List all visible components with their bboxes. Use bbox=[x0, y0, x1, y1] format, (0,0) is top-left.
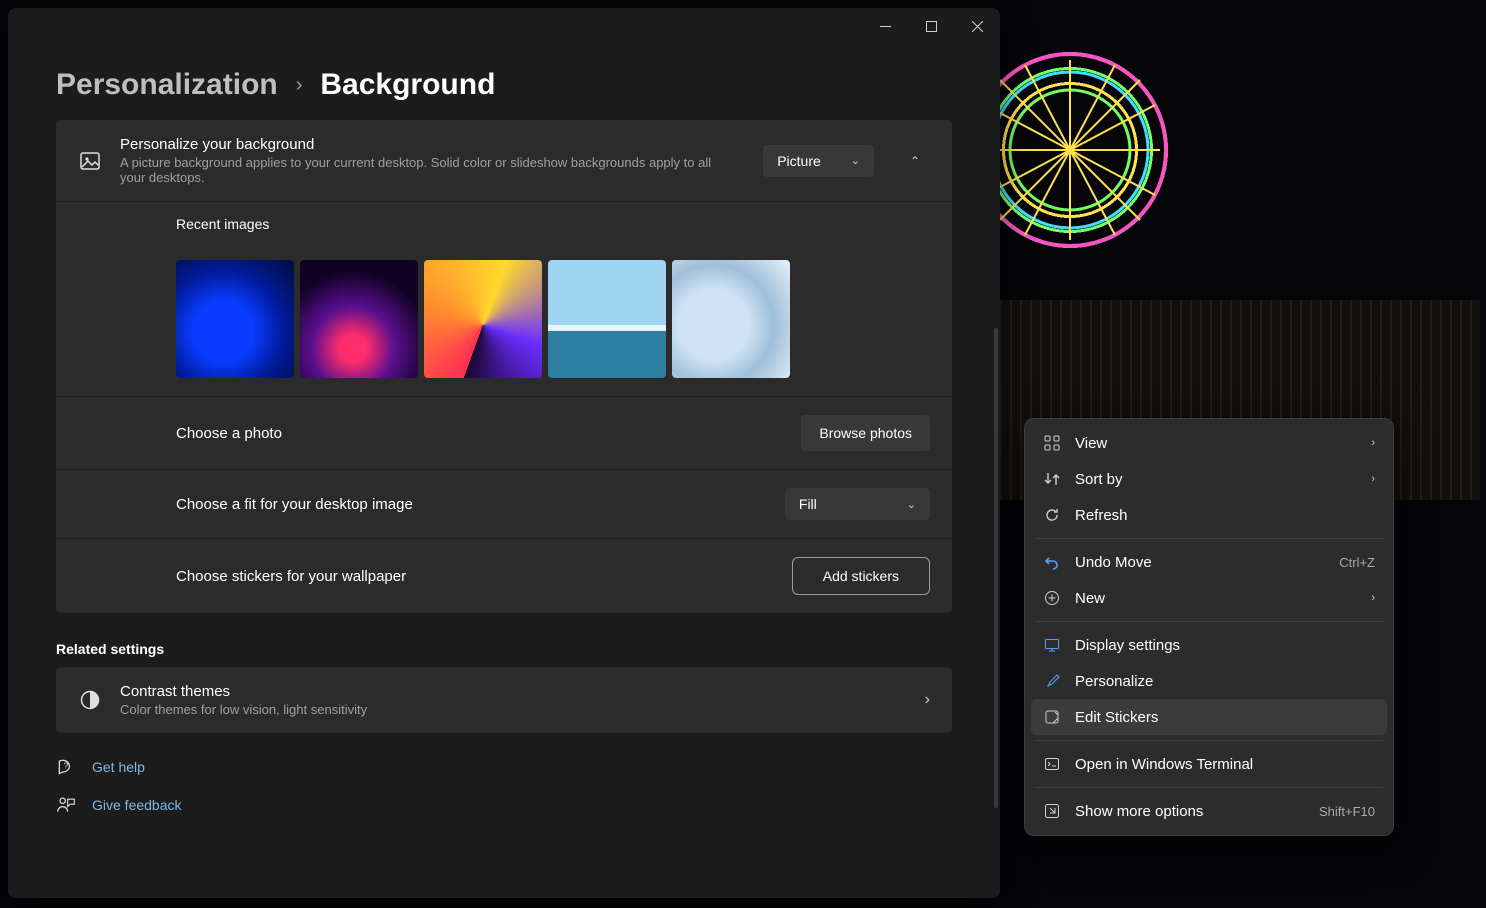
recent-images-row: Recent images bbox=[56, 201, 952, 396]
chevron-right-icon: › bbox=[296, 74, 303, 97]
image-icon bbox=[78, 149, 102, 173]
cm-undo-move[interactable]: Undo Move Ctrl+Z bbox=[1031, 544, 1387, 580]
scrollbar[interactable] bbox=[994, 328, 998, 808]
choose-photo-row: Choose a photo Browse photos bbox=[56, 396, 952, 469]
choose-stickers-row: Choose stickers for your wallpaper Add s… bbox=[56, 538, 952, 613]
chevron-up-icon: ⌃ bbox=[910, 154, 920, 168]
separator bbox=[1035, 538, 1383, 539]
get-help-link[interactable]: ? Get help bbox=[56, 753, 952, 781]
cm-open-terminal[interactable]: Open in Windows Terminal bbox=[1031, 746, 1387, 782]
background-type-dropdown[interactable]: Picture ⌄ bbox=[763, 145, 874, 177]
chevron-right-icon: › bbox=[1371, 473, 1375, 485]
cm-more-accel: Shift+F10 bbox=[1319, 804, 1375, 819]
choose-stickers-label: Choose stickers for your wallpaper bbox=[176, 568, 774, 585]
brush-icon bbox=[1043, 672, 1061, 690]
content-area: Personalize your background A picture ba… bbox=[8, 120, 1000, 898]
give-feedback-link[interactable]: Give feedback bbox=[56, 791, 952, 819]
recent-image-4[interactable] bbox=[548, 260, 666, 378]
desktop-context-menu: View › Sort by › Refresh Undo Move Ctrl+… bbox=[1024, 418, 1394, 836]
recent-image-2[interactable] bbox=[300, 260, 418, 378]
separator bbox=[1035, 621, 1383, 622]
cm-view-label: View bbox=[1075, 435, 1357, 452]
collapse-toggle[interactable]: ⌃ bbox=[900, 146, 930, 176]
cm-display-label: Display settings bbox=[1075, 637, 1375, 654]
display-icon bbox=[1043, 636, 1061, 654]
chevron-down-icon: ⌄ bbox=[907, 498, 916, 511]
recent-image-5[interactable] bbox=[672, 260, 790, 378]
add-stickers-button[interactable]: Add stickers bbox=[792, 557, 930, 595]
breadcrumb: Personalization › Background bbox=[8, 44, 1000, 120]
separator bbox=[1035, 740, 1383, 741]
choose-fit-label: Choose a fit for your desktop image bbox=[176, 496, 767, 513]
chevron-right-icon: › bbox=[925, 691, 930, 709]
cm-display-settings[interactable]: Display settings bbox=[1031, 627, 1387, 663]
titlebar bbox=[8, 8, 1000, 44]
dropdown-value: Picture bbox=[777, 153, 821, 169]
feedback-icon bbox=[56, 795, 76, 815]
ferris-wheel-graphic bbox=[970, 50, 1170, 250]
cm-refresh-label: Refresh bbox=[1075, 507, 1375, 524]
sticker-icon bbox=[1043, 708, 1061, 726]
settings-window: Personalization › Background Personalize… bbox=[8, 8, 1000, 898]
choose-photo-label: Choose a photo bbox=[176, 425, 783, 442]
minimize-button[interactable] bbox=[862, 8, 908, 44]
browse-photos-button[interactable]: Browse photos bbox=[801, 415, 930, 451]
cm-sort-label: Sort by bbox=[1075, 471, 1357, 488]
cm-refresh[interactable]: Refresh bbox=[1031, 497, 1387, 533]
fit-dropdown[interactable]: Fill ⌄ bbox=[785, 488, 930, 520]
recent-image-3[interactable] bbox=[424, 260, 542, 378]
refresh-icon bbox=[1043, 506, 1061, 524]
chevron-right-icon: › bbox=[1371, 437, 1375, 449]
contrast-title: Contrast themes bbox=[120, 683, 907, 700]
more-options-icon bbox=[1043, 802, 1061, 820]
contrast-desc: Color themes for low vision, light sensi… bbox=[120, 702, 720, 717]
cm-more-options[interactable]: Show more options Shift+F10 bbox=[1031, 793, 1387, 829]
grid-icon bbox=[1043, 434, 1061, 452]
personalize-desc: A picture background applies to your cur… bbox=[120, 155, 720, 185]
give-feedback-label: Give feedback bbox=[92, 797, 182, 813]
terminal-icon bbox=[1043, 755, 1061, 773]
cm-undo-label: Undo Move bbox=[1075, 554, 1325, 571]
cm-more-label: Show more options bbox=[1075, 803, 1305, 820]
plus-circle-icon bbox=[1043, 589, 1061, 607]
background-card: Personalize your background A picture ba… bbox=[56, 120, 952, 613]
cm-sort-by[interactable]: Sort by › bbox=[1031, 461, 1387, 497]
breadcrumb-parent[interactable]: Personalization bbox=[56, 68, 278, 102]
cm-edit-stickers-label: Edit Stickers bbox=[1075, 709, 1375, 726]
svg-text:?: ? bbox=[64, 761, 69, 771]
recent-image-1[interactable] bbox=[176, 260, 294, 378]
personalize-title: Personalize your background bbox=[120, 136, 745, 153]
chevron-right-icon: › bbox=[1371, 592, 1375, 604]
dropdown-value: Fill bbox=[799, 496, 817, 512]
cm-terminal-label: Open in Windows Terminal bbox=[1075, 756, 1375, 773]
get-help-label: Get help bbox=[92, 759, 145, 775]
contrast-themes-card[interactable]: Contrast themes Color themes for low vis… bbox=[56, 667, 952, 733]
cm-personalize-label: Personalize bbox=[1075, 673, 1375, 690]
related-settings-label: Related settings bbox=[56, 641, 952, 657]
cm-view[interactable]: View › bbox=[1031, 425, 1387, 461]
maximize-button[interactable] bbox=[908, 8, 954, 44]
help-icon: ? bbox=[56, 757, 76, 777]
choose-fit-row: Choose a fit for your desktop image Fill… bbox=[56, 469, 952, 538]
page-title: Background bbox=[320, 68, 495, 102]
cm-personalize[interactable]: Personalize bbox=[1031, 663, 1387, 699]
contrast-icon bbox=[78, 688, 102, 712]
cm-new[interactable]: New › bbox=[1031, 580, 1387, 616]
recent-images-label: Recent images bbox=[176, 216, 269, 232]
cm-undo-accel: Ctrl+Z bbox=[1339, 555, 1375, 570]
cm-new-label: New bbox=[1075, 590, 1357, 607]
cm-edit-stickers[interactable]: Edit Stickers bbox=[1031, 699, 1387, 735]
personalize-row: Personalize your background A picture ba… bbox=[56, 120, 952, 201]
chevron-down-icon: ⌄ bbox=[851, 154, 860, 167]
undo-icon bbox=[1043, 553, 1061, 571]
sort-icon bbox=[1043, 470, 1061, 488]
close-button[interactable] bbox=[954, 8, 1000, 44]
separator bbox=[1035, 787, 1383, 788]
